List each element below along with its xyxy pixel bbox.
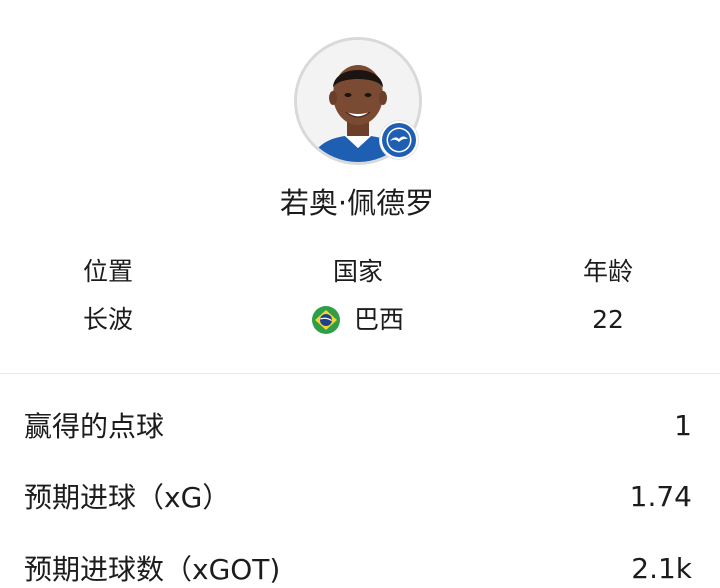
stat-value: 2.1k — [631, 551, 692, 585]
stat-row: 预期进球数（xGOT) 2.1k — [24, 548, 692, 588]
section-divider — [0, 373, 720, 374]
info-value: 22 — [592, 305, 624, 334]
stat-label: 预期进球数（xGOT) — [24, 553, 281, 586]
country-name: 巴西 — [353, 305, 404, 334]
stat-label: 赢得的点球 — [24, 410, 165, 443]
info-country: 国家 巴西 — [258, 255, 458, 337]
stat-value: 1.74 — [629, 479, 692, 513]
stat-row: 预期进球（xG） 1.74 — [24, 476, 692, 516]
info-label: 位置 — [82, 257, 133, 286]
info-age: 年龄 22 — [508, 255, 708, 337]
info-position: 位置 长波 — [8, 255, 208, 337]
info-value-country: 巴西 — [258, 303, 458, 337]
club-badge — [380, 121, 418, 159]
info-label: 国家 — [332, 257, 383, 286]
stat-value: 1 — [674, 408, 692, 442]
stat-row: 赢得的点球 1 — [24, 405, 692, 445]
brazil-flag-icon — [311, 306, 340, 334]
player-avatar — [294, 37, 422, 165]
info-value: 长波 — [82, 305, 133, 334]
info-label: 年龄 — [582, 257, 633, 286]
club-crest-icon — [382, 123, 416, 157]
player-name: 若奥·佩德罗 — [279, 186, 435, 220]
stat-label: 预期进球（xG） — [24, 481, 231, 514]
